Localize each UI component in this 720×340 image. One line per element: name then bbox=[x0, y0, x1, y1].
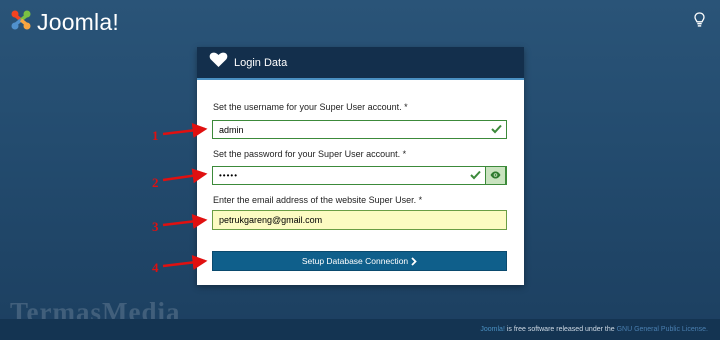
footer: Joomla! is free software released under … bbox=[0, 319, 720, 340]
annotation-arrow bbox=[162, 214, 208, 229]
annotation-arrow bbox=[162, 168, 208, 184]
footer-text: is free software released under the bbox=[504, 326, 617, 333]
annotation-arrow bbox=[162, 255, 208, 270]
annotation-arrow bbox=[162, 123, 208, 138]
annotation-arrows bbox=[162, 123, 208, 270]
footer-joomla-link[interactable]: Joomla! bbox=[480, 326, 505, 333]
footer-license-link[interactable]: GNU General Public License. bbox=[617, 326, 708, 333]
